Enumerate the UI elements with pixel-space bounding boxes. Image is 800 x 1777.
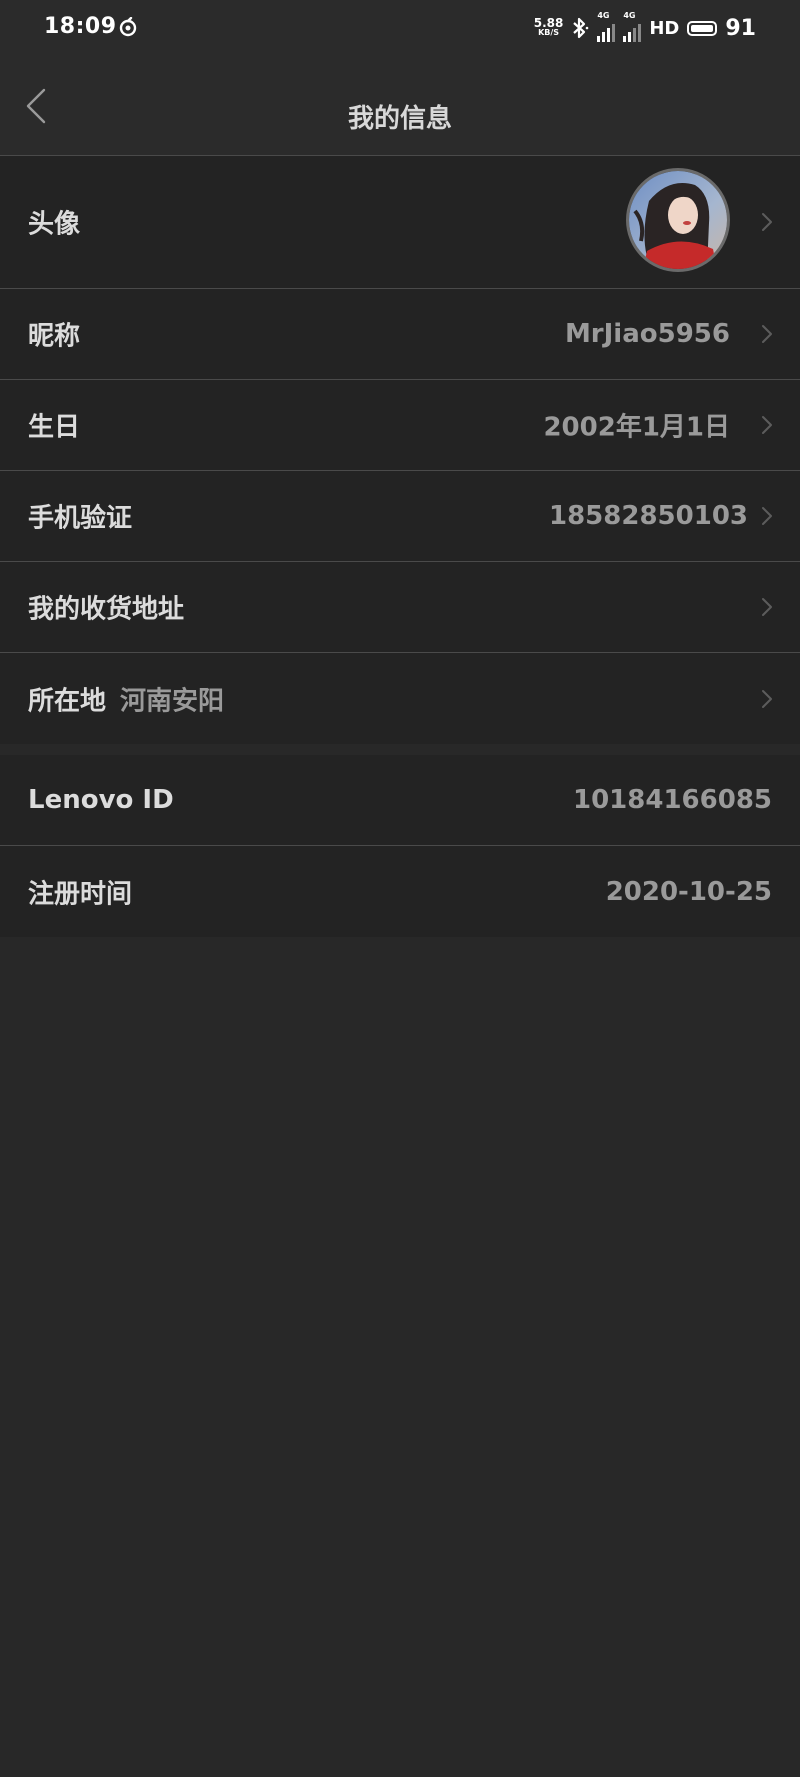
chevron-right-icon	[762, 213, 772, 231]
status-bar: 18:09 5.88 KB/S 4G 4G HD 91	[0, 0, 800, 58]
network-speed-value: 5.88	[533, 16, 564, 30]
lenovo-id-value: 10184166085	[573, 785, 772, 815]
birthday-label: 生日	[28, 412, 81, 443]
location-value: 河南安阳	[120, 686, 225, 716]
nickname-row[interactable]: 昵称 MrJiao5956	[0, 289, 800, 380]
chevron-right-icon	[762, 325, 772, 343]
network-speed: 5.88 KB/S	[533, 16, 564, 38]
location-title: 所在地	[28, 686, 107, 716]
lenovo-id-row: Lenovo ID 10184166085	[0, 755, 800, 846]
profile-info-list: 头像 昵称 MrJiao5956 生日 2002年1月1日 手机验证 18582…	[0, 156, 800, 937]
bluetooth-icon	[573, 17, 589, 39]
phone-verification-label: 手机验证	[28, 503, 133, 534]
chevron-right-icon	[762, 507, 772, 525]
avatar[interactable]	[626, 168, 730, 272]
phone-number-value: 18582850103	[549, 501, 748, 531]
registration-date-label: 注册时间	[28, 879, 133, 909]
chevron-right-icon	[762, 689, 772, 708]
registration-date-row: 注册时间 2020-10-25	[0, 846, 800, 937]
avatar-row[interactable]: 头像	[0, 156, 800, 289]
signal-type-label: 4G	[597, 11, 610, 20]
phone-verification-row[interactable]: 手机验证 18582850103	[0, 471, 800, 562]
battery-icon	[687, 20, 718, 36]
birthday-row[interactable]: 生日 2002年1月1日	[0, 380, 800, 471]
signal-type-label: 4G	[623, 11, 636, 20]
nickname-label: 昵称	[28, 321, 81, 352]
app-notification-icon	[119, 17, 137, 37]
shipping-address-row[interactable]: 我的收货地址	[0, 562, 800, 653]
signal-strength-icon: 4G	[623, 11, 642, 42]
lenovo-id-label: Lenovo ID	[28, 785, 174, 815]
registration-date-value: 2020-10-25	[605, 876, 772, 907]
nickname-value: MrJiao5956	[564, 319, 730, 349]
location-label: 所在地 河南安阳	[28, 680, 224, 717]
avatar-image	[629, 171, 727, 269]
avatar-label: 头像	[28, 209, 81, 240]
shipping-address-label: 我的收货地址	[28, 594, 185, 625]
network-speed-unit: KB/S	[538, 28, 560, 37]
location-row[interactable]: 所在地 河南安阳	[0, 653, 800, 744]
status-indicators: 5.88 KB/S 4G 4G HD 91	[533, 11, 756, 43]
birthday-value: 2002年1月1日	[543, 412, 730, 443]
chevron-right-icon	[762, 598, 772, 616]
section-divider	[0, 744, 800, 755]
hd-voice-label: HD	[649, 17, 680, 39]
signal-strength-icon: 4G	[597, 11, 616, 42]
battery-level: 91	[725, 15, 756, 41]
status-time: 18:09	[44, 14, 117, 39]
chevron-right-icon	[762, 416, 772, 434]
page-header: 我的信息	[0, 58, 800, 156]
page-title: 我的信息	[347, 104, 452, 134]
